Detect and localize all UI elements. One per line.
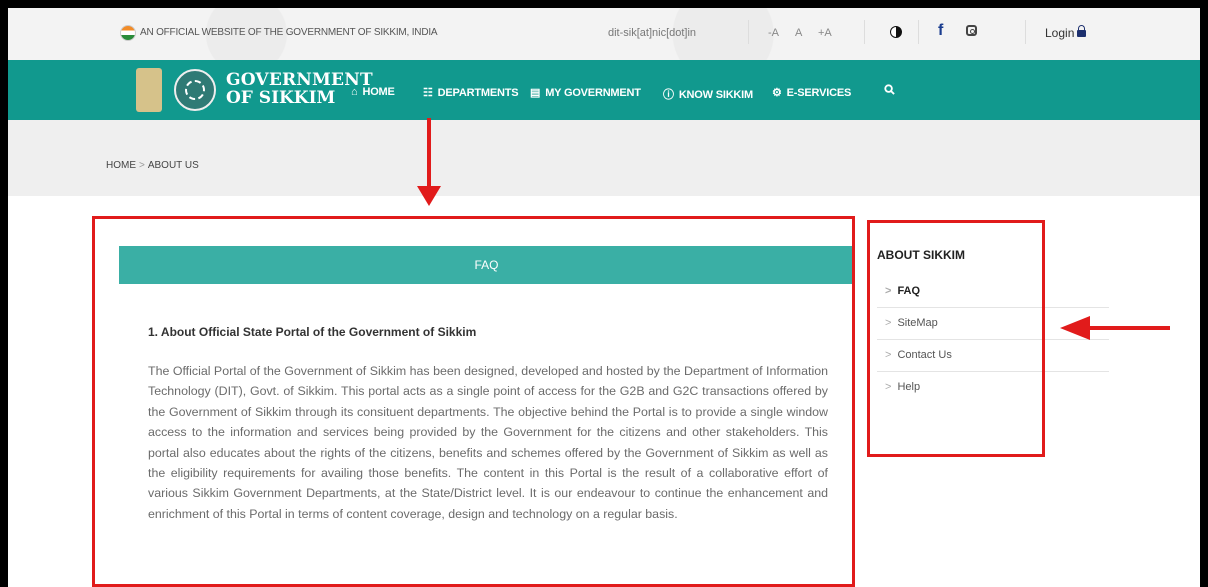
- annotation-arrow-down: [427, 118, 431, 188]
- contact-email: dit-sik[at]nic[dot]in: [608, 27, 697, 39]
- home-icon: ⌂: [351, 86, 358, 98]
- breadcrumb-current: ABOUT US: [147, 160, 199, 171]
- national-emblem-logo: [136, 68, 162, 112]
- nav-e-services-label: E-SERVICES: [786, 87, 852, 99]
- annotation-arrow-left-head: [1060, 316, 1090, 340]
- breadcrumb-band: HOME > ABOUT US: [8, 120, 1200, 196]
- search-icon[interactable]: [884, 84, 895, 95]
- nav-departments[interactable]: ☷ DEPARTMENTS: [423, 86, 519, 99]
- nav-know-sikkim-label: KNOW SIKKIM: [678, 89, 753, 101]
- lock-icon: [1077, 25, 1087, 37]
- facebook-icon[interactable]: f: [938, 22, 943, 40]
- divider: [864, 20, 865, 44]
- page-frame: AN OFFICIAL WEBSITE OF THE GOVERNMENT OF…: [8, 8, 1200, 587]
- contrast-toggle-icon[interactable]: [890, 26, 902, 38]
- nav-my-government-label: MY GOVERNMENT: [545, 87, 641, 99]
- annotation-arrow-down-head: [417, 186, 441, 206]
- font-reset-button[interactable]: A: [795, 27, 802, 39]
- annotation-arrow-left: [1088, 326, 1170, 330]
- font-decrease-button[interactable]: -A: [768, 27, 779, 39]
- annotation-box-content: [92, 216, 855, 587]
- sikkim-seal-logo[interactable]: [174, 69, 216, 111]
- info-icon: ⓘ: [663, 89, 674, 101]
- top-bar: AN OFFICIAL WEBSITE OF THE GOVERNMENT OF…: [8, 8, 1200, 60]
- nav-my-government[interactable]: ▤ MY GOVERNMENT: [530, 86, 641, 99]
- nav-home-label: HOME: [362, 86, 395, 98]
- main-navbar: GOVERNMENT OF SIKKIM ⌂ HOME ☷ DEPARTMENTS …: [8, 60, 1200, 120]
- font-increase-button[interactable]: +A: [818, 27, 832, 39]
- india-flag-icon: [120, 25, 136, 41]
- nav-home[interactable]: ⌂ HOME: [351, 86, 395, 98]
- login-label: Login: [1045, 26, 1075, 40]
- annotation-box-sidebar: [867, 220, 1045, 457]
- nav-know-sikkim[interactable]: ⓘ KNOW SIKKIM: [663, 86, 753, 102]
- instagram-icon[interactable]: [966, 25, 977, 36]
- brand-title-line2[interactable]: OF SIKKIM: [226, 88, 335, 108]
- institution-icon: ▤: [530, 87, 541, 99]
- cog-icon: ⚙: [772, 87, 782, 99]
- breadcrumb-home-link[interactable]: HOME: [106, 160, 136, 171]
- login-link[interactable]: Login: [1045, 25, 1087, 40]
- sitemap-icon: ☷: [423, 87, 433, 99]
- divider: [918, 20, 919, 44]
- nav-departments-label: DEPARTMENTS: [437, 87, 519, 99]
- divider: [748, 20, 749, 44]
- breadcrumb-separator: >: [139, 160, 145, 171]
- divider: [1025, 20, 1026, 44]
- official-website-text: AN OFFICIAL WEBSITE OF THE GOVERNMENT OF…: [140, 27, 438, 38]
- breadcrumb: HOME > ABOUT US: [106, 160, 199, 171]
- nav-e-services[interactable]: ⚙ E-SERVICES: [772, 86, 851, 99]
